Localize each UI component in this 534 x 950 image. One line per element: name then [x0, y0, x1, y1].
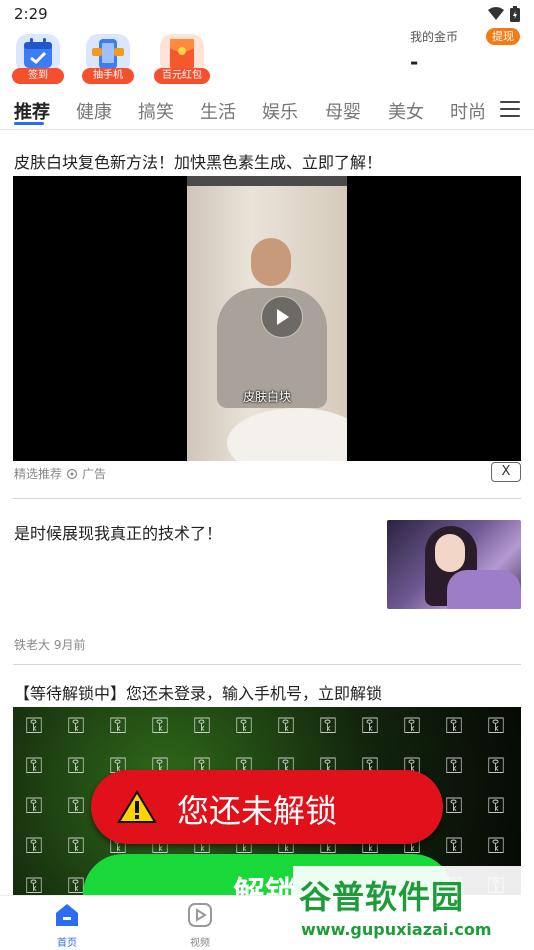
red-envelope-label: 百元红包 [154, 68, 210, 84]
tab-life[interactable]: 生活 [200, 98, 236, 124]
video-caption: 皮肤白块 [242, 390, 291, 404]
nav-video[interactable]: 视频 [170, 902, 230, 949]
tab-beauty[interactable]: 美女 [388, 98, 424, 124]
nav-home[interactable]: 首页 [37, 902, 97, 949]
watermark-url: www.gupuxiazai.com [301, 920, 492, 939]
status-icons [488, 6, 520, 22]
ad-source: 精选推荐 [14, 467, 63, 481]
sign-in-label: 签到 [12, 68, 64, 84]
ad-label: 广告 [82, 467, 107, 481]
watermark: 谷普软件园 www.gupuxiazai.com [293, 866, 534, 950]
news-feed: 皮肤白块复色新方法！加快黑色素生成、立即了解！ 皮肤白块 精选推荐 广告 X 是… [0, 131, 534, 895]
category-tabs: 推荐 健康 搞笑 生活 娱乐 母婴 美女 时尚 [0, 92, 534, 130]
coins-label: 我的金币 [410, 30, 459, 44]
tab-recommend[interactable]: 推荐 [14, 98, 50, 124]
unlock-label: 解锁 [233, 874, 298, 895]
draw-phone-button[interactable]: 抽手机 [82, 34, 134, 84]
ad-video-frame: 皮肤白块 [187, 176, 347, 461]
status-bar: 2:29 [0, 0, 534, 28]
wifi-icon [488, 7, 504, 20]
coins-value: - [410, 50, 419, 74]
tab-health[interactable]: 健康 [76, 98, 112, 124]
video-icon [188, 903, 212, 927]
active-tab-indicator [14, 122, 44, 125]
play-icon[interactable] [261, 296, 303, 338]
withdraw-button[interactable]: 提现 [486, 28, 520, 45]
article-thumbnail[interactable] [387, 520, 521, 609]
tab-entertainment[interactable]: 娱乐 [262, 98, 298, 124]
tab-funny[interactable]: 搞笑 [138, 98, 174, 124]
nav-video-label: 视频 [190, 938, 210, 949]
warning-icon [117, 790, 157, 823]
ad-close-button[interactable]: X [491, 462, 521, 482]
divider [13, 664, 521, 665]
locked-banner: 您还未解锁 [91, 770, 443, 844]
locked-text: 您还未解锁 [177, 792, 338, 830]
ad-video[interactable]: 皮肤白块 [13, 176, 521, 461]
menu-icon[interactable] [500, 101, 520, 119]
tab-parenting[interactable]: 母婴 [325, 98, 361, 124]
battery-icon [510, 6, 520, 22]
ad-title[interactable]: 皮肤白块复色新方法！加快黑色素生成、立即了解！ [14, 149, 382, 173]
lock-title[interactable]: 【等待解锁中】您还未登录，输入手机号，立即解锁 [14, 680, 382, 704]
article-title[interactable]: 是时候展现我真正的技术了！ [14, 520, 222, 544]
divider [13, 498, 521, 499]
home-icon [56, 904, 78, 926]
header: 签到 抽手机 百元红包 我的金币 提现 - [0, 28, 534, 90]
ad-meta: 精选推荐 广告 [14, 465, 106, 482]
status-time: 2:29 [14, 5, 48, 23]
ad-info-icon [66, 468, 78, 479]
article-meta: 铁老大 9月前 [14, 638, 86, 652]
draw-phone-label: 抽手机 [82, 68, 134, 84]
my-coins[interactable]: 我的金币 提现 - [410, 28, 520, 78]
tab-fashion[interactable]: 时尚 [450, 98, 486, 124]
nav-home-label: 首页 [57, 938, 77, 949]
watermark-brand: 谷普软件园 [299, 878, 465, 916]
red-envelope-button[interactable]: 百元红包 [154, 34, 210, 84]
sign-in-button[interactable]: 签到 [12, 34, 64, 84]
